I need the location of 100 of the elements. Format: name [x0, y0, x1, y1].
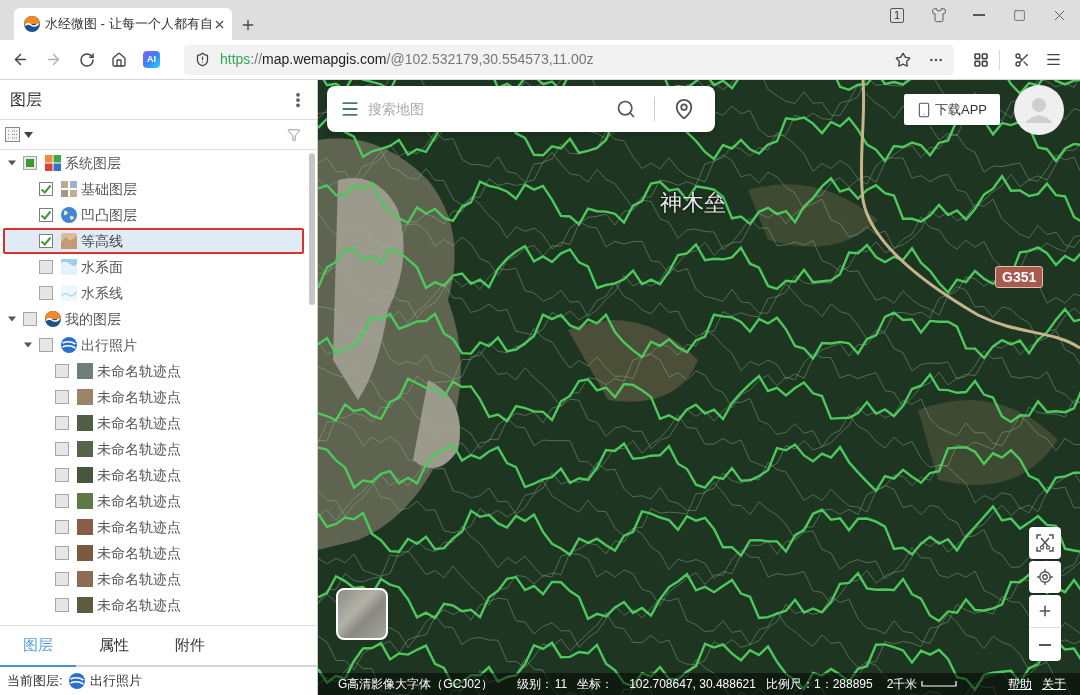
caret-icon[interactable]	[8, 159, 16, 167]
filter-icon[interactable]	[287, 127, 301, 142]
logo-icon	[24, 16, 40, 32]
scrollbar-thumb[interactable]	[309, 153, 315, 305]
photo-thumbnail	[77, 441, 93, 457]
tree-item[interactable]: 未命名轨迹点	[3, 462, 304, 488]
scale-label: 2千米	[886, 676, 918, 693]
tab-title: 水经微图 - 让每一个人都有自	[45, 15, 213, 34]
menu-icon[interactable]	[1045, 51, 1062, 68]
photo-thumbnail	[77, 519, 93, 535]
tree-item[interactable]: 未命名轨迹点	[3, 514, 304, 540]
ai-button[interactable]: AI	[143, 51, 160, 68]
screenshot-button[interactable]	[1029, 527, 1061, 559]
photo-thumbnail	[77, 597, 93, 613]
checkbox[interactable]	[39, 338, 53, 352]
caret-icon[interactable]	[24, 131, 33, 138]
tree-item[interactable]: 基础图层	[3, 176, 304, 202]
water-tile-icon	[61, 259, 77, 275]
checkbox[interactable]	[55, 494, 69, 508]
globe-icon	[61, 337, 77, 353]
avatar-icon[interactable]	[1014, 85, 1064, 135]
tree-item[interactable]: 未命名轨迹点	[3, 592, 304, 618]
tree-item[interactable]: 未命名轨迹点	[3, 358, 304, 384]
photo-thumbnail	[77, 545, 93, 561]
globe-icon	[68, 673, 85, 689]
search-icon[interactable]	[616, 99, 636, 119]
address-bar[interactable]: https://map.wemapgis.com/@102.532179,30.554573,11.00z	[184, 44, 954, 75]
locate-button[interactable]	[1029, 561, 1061, 593]
checkbox[interactable]	[23, 156, 37, 170]
phone-icon	[916, 101, 932, 118]
panel-tab[interactable]: 属性	[76, 626, 152, 667]
current-layer-label: 当前图层:	[7, 672, 63, 691]
tree-item[interactable]: 未命名轨迹点	[3, 540, 304, 566]
tab-count-button[interactable]: 1	[890, 7, 904, 23]
checkbox[interactable]	[55, 390, 69, 404]
caret-icon[interactable]	[8, 315, 16, 323]
tree-item[interactable]: 等高线	[3, 228, 304, 254]
scissors-icon[interactable]	[1014, 51, 1030, 68]
checkbox[interactable]	[39, 286, 53, 300]
footer-link[interactable]: 关于	[1042, 675, 1066, 693]
color-grid-icon	[45, 155, 61, 171]
tree-item[interactable]: 水系面	[3, 254, 304, 280]
search-placeholder: 搜索地图	[368, 99, 424, 119]
menu-icon[interactable]	[340, 99, 360, 119]
current-layer-name: 出行照片	[89, 672, 142, 691]
checkbox[interactable]	[55, 546, 69, 560]
maximize-icon[interactable]	[1013, 8, 1026, 22]
status-label: 坐标：	[577, 676, 614, 693]
checkbox[interactable]	[23, 312, 37, 326]
tree-item[interactable]: 未命名轨迹点	[3, 384, 304, 410]
tile-grid-icon	[61, 181, 77, 197]
url-text[interactable]: https://map.wemapgis.com/@102.532179,30.554573,11.00z	[220, 49, 594, 70]
checkbox[interactable]	[55, 364, 69, 378]
minus-icon	[1039, 643, 1051, 646]
road-shield: G351	[995, 266, 1044, 288]
shield-icon[interactable]	[195, 52, 210, 67]
globe-icon	[61, 207, 77, 223]
status-label: 级别：	[516, 676, 553, 693]
plus-icon	[1037, 603, 1053, 619]
photo-thumbnail	[77, 493, 93, 509]
tree-item[interactable]: 未命名轨迹点	[3, 436, 304, 462]
tree-item[interactable]: 未命名轨迹点	[3, 566, 304, 592]
home-icon[interactable]	[111, 51, 127, 68]
checkbox[interactable]	[55, 468, 69, 482]
checkbox[interactable]	[55, 416, 69, 430]
tree-item[interactable]: 我的图层	[3, 306, 304, 332]
scale-bar-icon	[921, 681, 958, 687]
tree-item[interactable]: 未命名轨迹点	[3, 488, 304, 514]
browser-tab[interactable]: 水经微图 - 让每一个人都有自	[14, 8, 232, 40]
screenshot-icon	[1036, 534, 1054, 552]
tree-item[interactable]: 未命名轨迹点	[3, 410, 304, 436]
panel-title: 图层	[10, 89, 42, 110]
back-icon[interactable]	[12, 51, 29, 68]
basemap-thumbnail[interactable]	[336, 588, 388, 640]
star-icon[interactable]	[895, 51, 911, 68]
caret-icon[interactable]	[24, 341, 32, 349]
tree-item[interactable]: 系统图层	[3, 150, 304, 176]
checkbox[interactable]	[39, 260, 53, 274]
checkbox[interactable]	[39, 182, 53, 196]
shirt-icon[interactable]	[931, 7, 947, 23]
panel-tab[interactable]: 附件	[152, 626, 228, 667]
checkbox[interactable]	[39, 234, 53, 248]
checkbox[interactable]	[55, 572, 69, 586]
terrain-thumbnail-icon	[61, 233, 77, 249]
tree-item[interactable]: 出行照片	[3, 332, 304, 358]
checkbox[interactable]	[55, 598, 69, 612]
checkbox[interactable]	[39, 208, 53, 222]
plus-icon[interactable]	[240, 17, 256, 33]
status-value: 11	[554, 676, 568, 693]
grid-icon[interactable]	[973, 51, 989, 68]
checkbox[interactable]	[55, 520, 69, 534]
tree-item[interactable]: 水系线	[3, 280, 304, 306]
tree-item[interactable]: 凹凸图层	[3, 202, 304, 228]
location-pin-icon[interactable]	[673, 98, 695, 120]
download-app-button[interactable]: 下载APP	[904, 94, 1000, 125]
reload-icon[interactable]	[79, 51, 95, 68]
footer-link[interactable]: 帮助	[1008, 675, 1032, 693]
logo-icon	[45, 311, 61, 327]
checkbox[interactable]	[55, 442, 69, 456]
photo-thumbnail	[77, 363, 93, 379]
